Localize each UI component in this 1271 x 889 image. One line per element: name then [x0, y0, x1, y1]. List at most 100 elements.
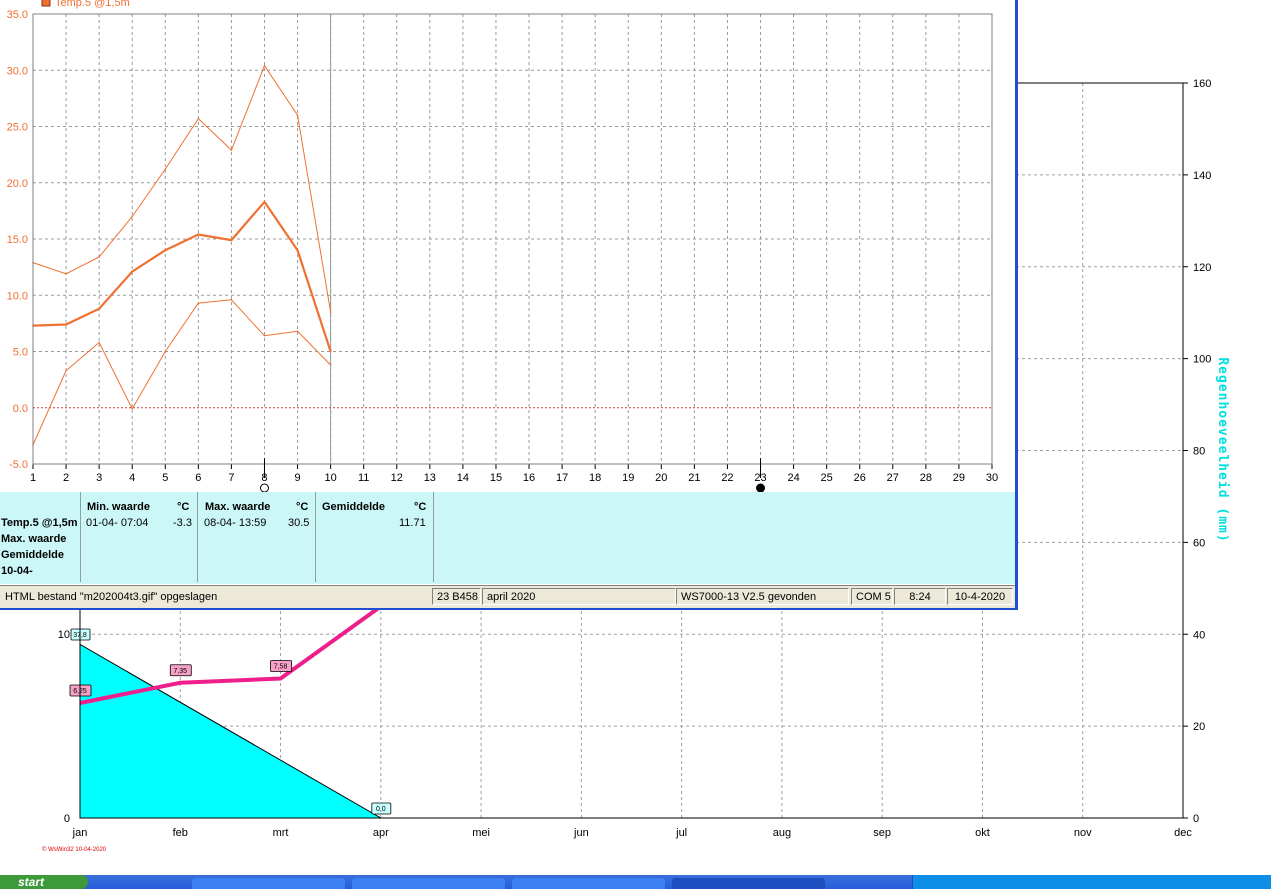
month-label: okt — [975, 827, 990, 839]
month-label: jul — [675, 827, 687, 839]
data-point — [230, 298, 233, 301]
start-button[interactable]: start — [0, 875, 88, 889]
data-point — [296, 249, 299, 252]
right-y-tick-label: 60 — [1193, 537, 1205, 549]
x-tick-label: 9 — [294, 472, 300, 484]
x-tick-label: 11 — [358, 472, 369, 484]
taskbar: start — [0, 875, 1271, 889]
data-point — [98, 341, 100, 344]
taskbar-window-button[interactable] — [512, 878, 665, 889]
data-point — [329, 364, 332, 366]
max-value: 30.5 — [288, 517, 310, 529]
legend-label: Temp.5 @1,5m — [55, 0, 130, 9]
taskbar-window-button-active[interactable] — [672, 878, 825, 889]
data-point — [263, 334, 266, 337]
status-time: 8:24 — [894, 588, 946, 605]
x-tick-label: 2 — [63, 472, 69, 484]
taskbar-window-button[interactable] — [192, 878, 345, 889]
rainfall-data-label: 0,0 — [371, 802, 392, 815]
rainfall-area-series: 37,80,0 — [70, 628, 392, 819]
month-label: mrt — [273, 827, 289, 839]
data-label-text: 0,0 — [376, 806, 386, 813]
month-label: apr — [373, 827, 389, 839]
x-tick-label: 24 — [787, 472, 799, 484]
stats-divider — [315, 492, 316, 582]
daily-temperature-chart: 1 2 3 4 5 6 7 8 9 10 11 12 13 14 15 16 17 18 19 20 21 22 23 24 2… — [0, 0, 1015, 492]
x-tick-label: 14 — [457, 472, 469, 484]
min-header: Min. waarde — [87, 501, 150, 513]
month-label: sep — [873, 827, 891, 839]
avg-header: Gemiddelde — [322, 501, 385, 513]
data-point — [164, 350, 167, 353]
x-tick-label: 22 — [721, 472, 733, 484]
month-label: jun — [573, 827, 589, 839]
avg-value: 11.71 — [399, 517, 426, 529]
stats-row-label-avg: Gemiddelde — [1, 549, 64, 561]
right-y-tick-label: 100 — [1193, 354, 1211, 366]
x-tick-label: 26 — [854, 472, 866, 484]
temperature-data-label: 7,58 — [270, 660, 292, 672]
data-point — [131, 215, 134, 218]
month-label: mei — [472, 827, 490, 839]
x-tick-label: 8 — [261, 472, 267, 484]
month-label: feb — [173, 827, 188, 839]
x-tick-label: 3 — [96, 472, 102, 484]
data-point — [263, 201, 266, 203]
avg-unit: °C — [414, 501, 427, 513]
data-point — [296, 330, 299, 333]
x-tick-label: 5 — [162, 472, 168, 484]
stats-row-label-sensor: Temp.5 @1,5m — [1, 517, 78, 529]
x-tick-label: 28 — [920, 472, 932, 484]
x-tick-label: 18 — [589, 472, 601, 484]
x-tick-label: 4 — [129, 472, 135, 484]
data-point — [329, 350, 332, 353]
taskbar-window-button[interactable] — [352, 878, 505, 889]
status-port: COM 5 — [851, 588, 893, 605]
x-tick-label: 10 — [324, 472, 336, 484]
x-tick-label: 25 — [821, 472, 833, 484]
data-point — [65, 323, 67, 326]
status-bar: HTML bestand "m202004t3.gif" opgeslagen … — [0, 585, 1015, 608]
status-device: WS7000-13 V2.5 gevonden — [676, 588, 849, 605]
right-y-tick-label: 80 — [1193, 446, 1205, 458]
min-value: -3.3 — [173, 517, 192, 529]
min-unit: °C — [177, 501, 190, 513]
full-moon-icon — [259, 483, 269, 492]
x-tick-label: 16 — [523, 472, 535, 484]
max-header: Max. waarde — [205, 501, 271, 513]
data-label-text: 7,58 — [274, 664, 288, 671]
x-tick-label: 29 — [953, 472, 965, 484]
left-y-tick-label: 0 — [64, 813, 70, 825]
data-label-text: 7,35 — [173, 668, 187, 675]
x-tick-label: 23 — [754, 472, 766, 484]
watermark: © WsWin32 10-04-2020 — [42, 846, 107, 853]
legend-swatch — [41, 0, 51, 7]
data-point — [296, 114, 299, 117]
data-point — [131, 408, 134, 410]
data-point — [329, 311, 332, 313]
month-label: jan — [72, 827, 88, 839]
max-date: 08-04- 13:59 — [204, 517, 267, 529]
data-point — [98, 307, 100, 310]
chart-background — [0, 0, 1015, 492]
stats-row-label-date: 10-04- — [1, 565, 33, 577]
x-tick-label: 27 — [887, 472, 899, 484]
stats-divider — [80, 492, 81, 582]
temperature-window: 1 2 3 4 5 6 7 8 9 10 11 12 13 14 15 16 17 18 19 20 21 22 23 24 2… — [0, 0, 1018, 610]
right-y-tick-label: 40 — [1193, 629, 1205, 641]
y-tick-label: 5.0 — [13, 347, 28, 359]
x-tick-label: 6 — [195, 472, 201, 484]
x-tick-label: 13 — [424, 472, 436, 484]
stats-divider — [197, 492, 198, 582]
x-tick-label: 20 — [655, 472, 667, 484]
status-date: 10-4-2020 — [947, 588, 1013, 605]
x-tick-label: 21 — [688, 472, 700, 484]
max-unit: °C — [296, 501, 309, 513]
right-axis-title: Regenhoeveelheid (mm) — [1215, 357, 1230, 542]
status-message: HTML bestand "m202004t3.gif" opgeslagen — [5, 591, 218, 603]
rainfall-area — [79, 643, 383, 819]
month-label: nov — [1074, 827, 1092, 839]
system-tray[interactable] — [912, 875, 1271, 889]
y-tick-label: 20.0 — [7, 178, 28, 190]
y-tick-label: 35.0 — [7, 9, 28, 21]
